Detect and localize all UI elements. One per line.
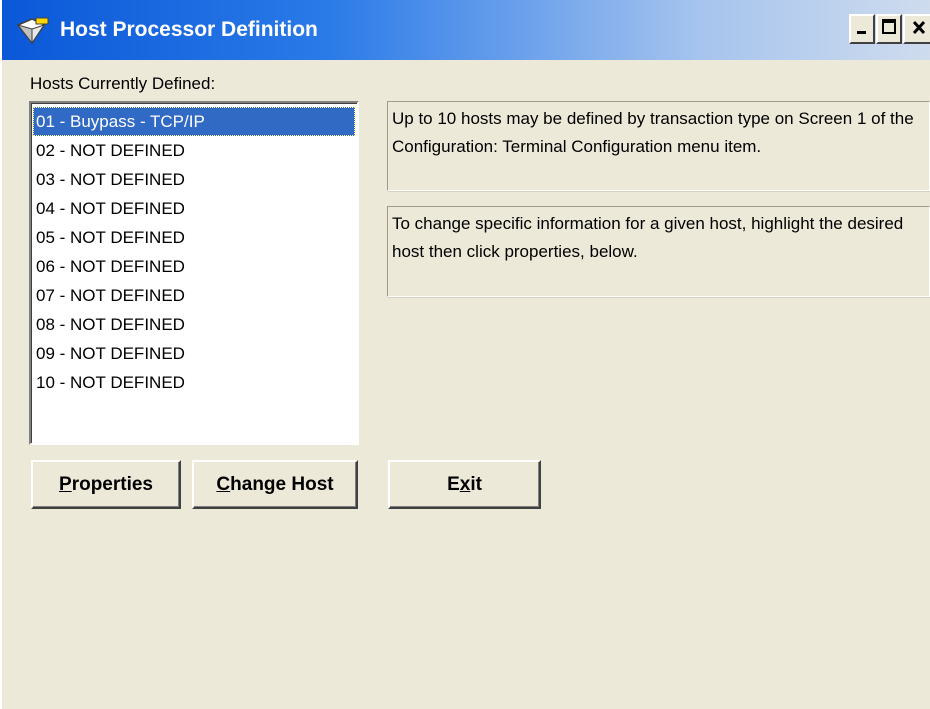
maximize-button[interactable] [876, 14, 902, 44]
list-item[interactable]: 01 - Buypass - TCP/IP [33, 107, 355, 136]
list-item[interactable]: 09 - NOT DEFINED [33, 339, 355, 368]
list-item[interactable]: 06 - NOT DEFINED [33, 252, 355, 281]
list-item[interactable]: 04 - NOT DEFINED [33, 194, 355, 223]
exit-mnemonic: x [459, 473, 471, 495]
list-item[interactable]: 08 - NOT DEFINED [33, 310, 355, 339]
maximize-icon [881, 18, 897, 41]
close-icon [911, 18, 927, 41]
hosts-list-label: Hosts Currently Defined: [30, 74, 216, 93]
hosts-listbox[interactable]: 01 - Buypass - TCP/IP 02 - NOT DEFINED 0… [29, 101, 359, 445]
exit-label-start: E [447, 473, 460, 495]
list-item[interactable]: 03 - NOT DEFINED [33, 165, 355, 194]
change-host-button[interactable]: Change Host [192, 460, 358, 509]
list-item[interactable]: 10 - NOT DEFINED [33, 368, 355, 397]
info-text-hosts-limit: Up to 10 hosts may be defined by transac… [387, 101, 930, 191]
list-item[interactable]: 07 - NOT DEFINED [33, 281, 355, 310]
close-button[interactable] [903, 14, 930, 44]
properties-mnemonic: P [59, 473, 72, 495]
properties-button[interactable]: Properties [31, 460, 181, 509]
change-host-label: hange Host [230, 473, 334, 495]
info-text-change-instructions: To change specific information for a giv… [387, 206, 930, 297]
list-item[interactable]: 02 - NOT DEFINED [33, 136, 355, 165]
window-title: Host Processor Definition [60, 18, 318, 41]
host-processor-window: Host Processor Definition Hosts Currentl… [0, 0, 930, 709]
minimize-icon [855, 17, 869, 42]
change-host-mnemonic: C [216, 473, 231, 495]
title-bar[interactable]: Host Processor Definition [2, 0, 930, 60]
exit-button[interactable]: Ex it [388, 460, 541, 509]
properties-label: roperties [71, 473, 153, 495]
list-item[interactable]: 05 - NOT DEFINED [33, 223, 355, 252]
host-processor-app-icon[interactable] [14, 17, 50, 45]
minimize-button[interactable] [849, 14, 875, 44]
exit-label-end: it [470, 473, 482, 495]
